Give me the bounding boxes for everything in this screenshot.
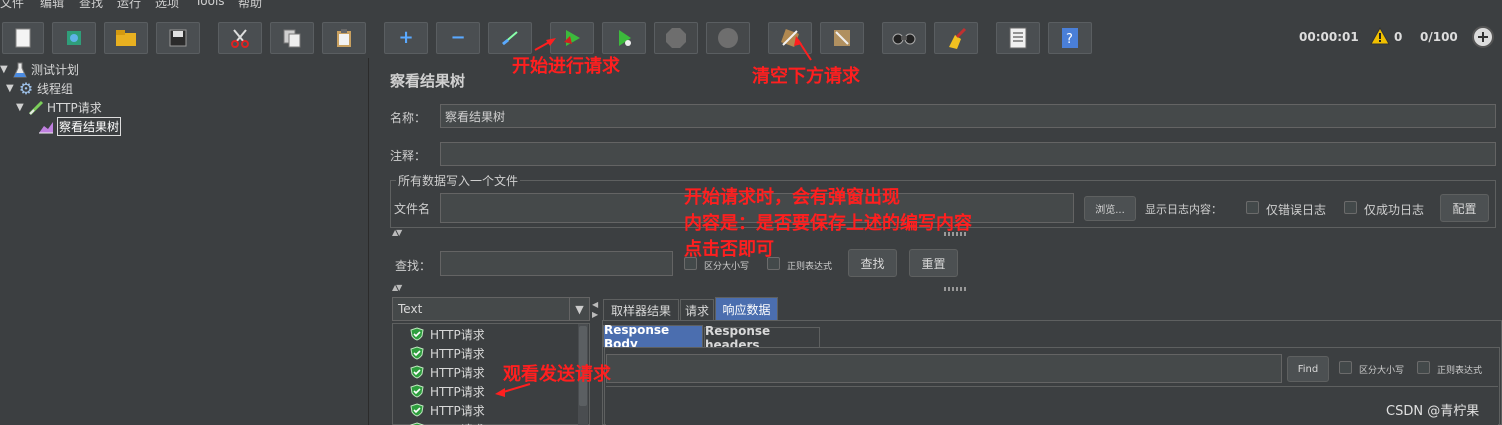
arrow-head-icon	[495, 388, 505, 397]
annotation-arrows	[495, 36, 812, 397]
watermark: CSDN @青柠果	[1386, 404, 1480, 419]
arrow-head-icon	[546, 38, 556, 46]
